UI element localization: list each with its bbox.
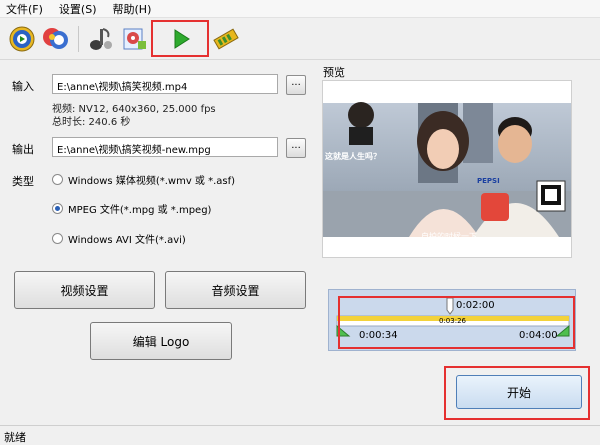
type-label: 类型 (12, 175, 34, 188)
preview-label: 预览 (323, 66, 345, 79)
batch-convert-icon[interactable] (40, 23, 72, 55)
output-path-field[interactable]: E:\anne\视频\搞笑视频-new.mpg (52, 137, 278, 157)
radio-mpeg-label: MPEG 文件(*.mpg 或 *.mpeg) (68, 205, 212, 216)
duration-info-text: 总时长: 240.6 秒 (52, 117, 131, 128)
radio-avi[interactable]: Windows AVI 文件(*.avi) (52, 231, 186, 246)
radio-avi-label: Windows AVI 文件(*.avi) (68, 235, 186, 246)
timeline-highlight-box (338, 296, 575, 349)
menu-help[interactable]: 帮助(H) (113, 1, 152, 17)
film-strip-icon[interactable] (210, 23, 242, 55)
video-settings-button[interactable]: 视频设置 (14, 271, 155, 309)
preview-subtitle: 自拍的时候一下 (421, 232, 477, 241)
preview-overlay-text: 这就是人生吗？ (325, 152, 381, 161)
radio-mpeg[interactable]: MPEG 文件(*.mpg 或 *.mpeg) (52, 201, 211, 216)
edit-logo-button[interactable]: 编辑 Logo (90, 322, 232, 360)
toolbar (0, 18, 600, 60)
start-highlight-box (444, 366, 590, 420)
radio-wmv-label: Windows 媒体视频(*.wmv 或 *.asf) (68, 176, 236, 187)
play-highlight-box (151, 20, 209, 57)
audio-convert-icon[interactable] (84, 23, 116, 55)
status-text: 就绪 (4, 431, 26, 444)
radio-mpeg-button[interactable] (52, 203, 63, 214)
input-label: 输入 (12, 80, 34, 93)
video-convert-icon[interactable] (6, 23, 38, 55)
preview-logo-text: PEPSI (477, 177, 500, 185)
menu-settings[interactable]: 设置(S) (59, 1, 97, 17)
radio-wmv[interactable]: Windows 媒体视频(*.wmv 或 *.asf) (52, 172, 235, 187)
preview-frame: 这就是人生吗？ PEPSI 自拍的时候一下 (322, 80, 572, 258)
input-browse-button[interactable]: ... (286, 75, 306, 95)
radio-avi-button[interactable] (52, 233, 63, 244)
output-label: 输出 (12, 143, 34, 156)
ripper-icon[interactable] (118, 23, 150, 55)
input-path-field[interactable]: E:\anne\视频\搞笑视频.mp4 (52, 74, 278, 94)
menu-bar: 文件(F) 设置(S) 帮助(H) (0, 0, 600, 18)
output-browse-button[interactable]: ... (286, 138, 306, 158)
status-bar: 就绪 (0, 425, 600, 445)
audio-settings-button[interactable]: 音频设置 (165, 271, 306, 309)
menu-file[interactable]: 文件(F) (6, 1, 43, 17)
radio-wmv-button[interactable] (52, 174, 63, 185)
